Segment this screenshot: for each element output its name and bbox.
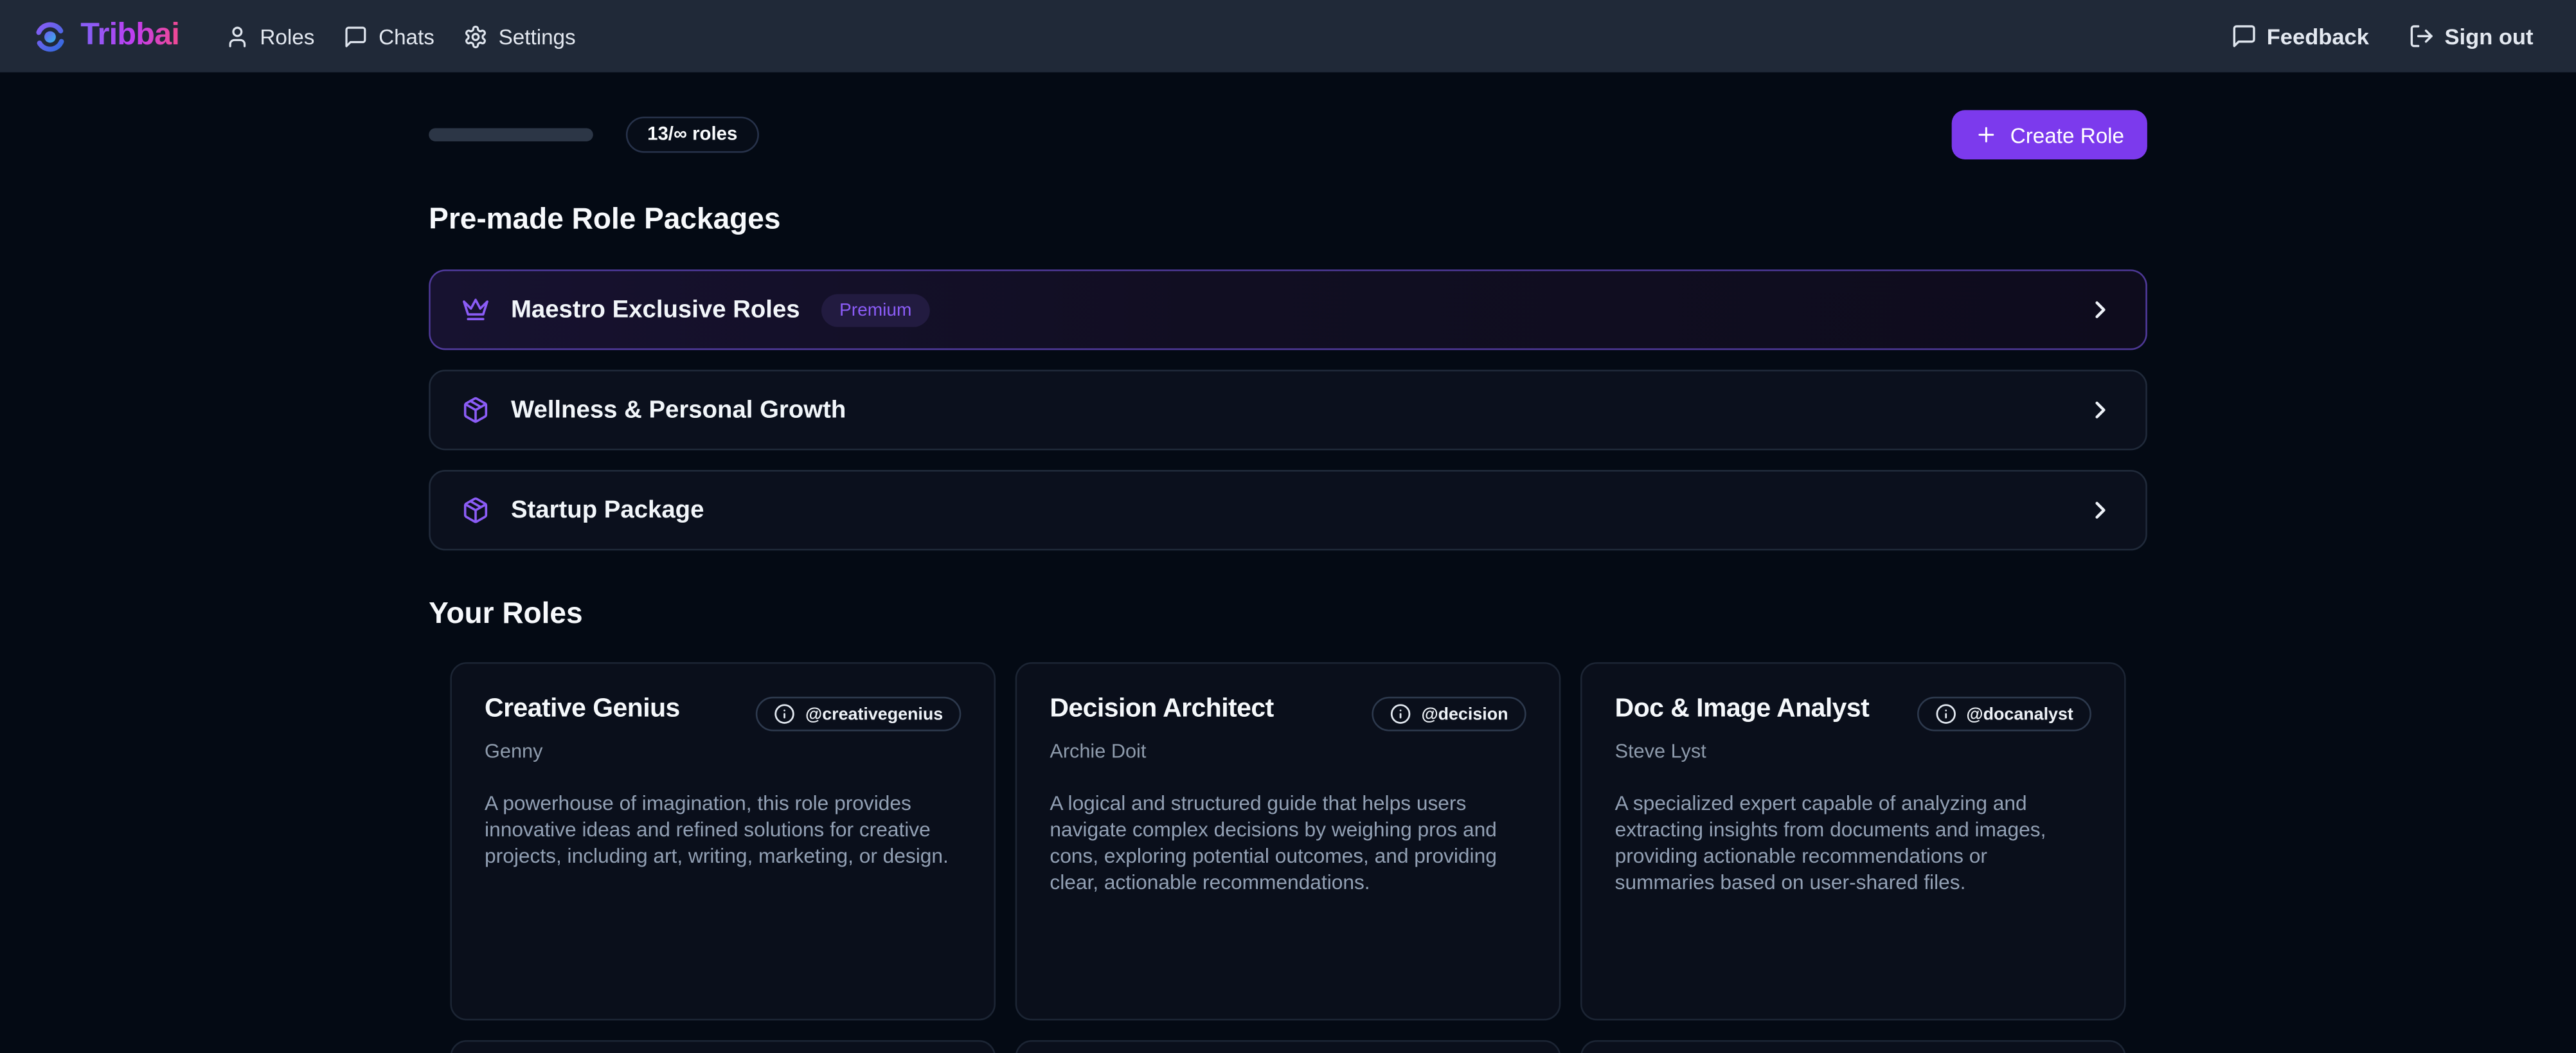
roles-progress-bar (429, 128, 593, 141)
role-handle: @creativegenius (805, 704, 943, 724)
role-card-creative-genius[interactable]: Creative Genius @creativegenius Genny A … (450, 662, 996, 1020)
role-subtitle: Genny (485, 739, 961, 762)
chevron-right-icon (2086, 496, 2114, 524)
app-window: Tribbai Roles Chats Settings (0, 0, 2576, 1053)
nav-item-settings[interactable]: Settings (464, 24, 576, 48)
nav-item-label: Chats (379, 24, 434, 48)
info-icon (1935, 703, 1956, 724)
premium-badge: Premium (821, 293, 930, 326)
brand-name: Tribbai (80, 18, 179, 54)
package-title: Maestro Exclusive Roles (511, 296, 800, 323)
package-icon (461, 396, 489, 424)
package-title: Wellness & Personal Growth (511, 396, 846, 424)
role-card-decision-architect[interactable]: Decision Architect @decision Archie Doit… (1015, 662, 1561, 1020)
nav-item-label: Roles (260, 24, 314, 48)
packages-heading: Pre-made Role Packages (429, 202, 2147, 237)
tribbai-logo-icon (33, 19, 67, 53)
role-title: Decision Architect (1050, 695, 1273, 724)
card-header: Creative Genius @creativegenius (485, 695, 961, 731)
crown-icon (461, 296, 489, 323)
plus-icon (1974, 123, 1997, 147)
nav-item-chats[interactable]: Chats (344, 24, 434, 48)
package-title: Startup Package (511, 496, 704, 524)
roles-grid: Creative Genius @creativegenius Genny A … (429, 662, 2147, 1053)
package-row-wellness[interactable]: Wellness & Personal Growth (429, 370, 2147, 450)
card-header: Doc & Image Analyst @docanalyst (1615, 695, 2091, 731)
nav-item-label: Settings (499, 24, 576, 48)
role-handle-badge[interactable]: @creativegenius (756, 697, 961, 732)
sign-out-button[interactable]: Sign out (2408, 23, 2533, 50)
role-description: A powerhouse of imagination, this role p… (485, 790, 961, 869)
role-handle-badge[interactable]: @decision (1372, 697, 1526, 732)
package-row-maestro[interactable]: Maestro Exclusive Roles Premium (429, 269, 2147, 350)
feedback-label: Feedback (2267, 24, 2369, 48)
role-subtitle: Steve Lyst (1615, 739, 2091, 762)
role-handle: @decision (1421, 704, 1508, 724)
top-navbar: Tribbai Roles Chats Settings (0, 0, 2576, 72)
secondary-nav: Feedback Sign out (2230, 23, 2533, 50)
your-roles-heading: Your Roles (429, 597, 2147, 631)
create-role-button[interactable]: Create Role (1951, 110, 2147, 159)
feedback-button[interactable]: Feedback (2230, 23, 2368, 50)
role-title: Doc & Image Analyst (1615, 695, 1870, 724)
chevron-right-icon (2086, 296, 2114, 323)
message-square-icon (344, 24, 368, 48)
log-out-icon (2408, 23, 2435, 50)
chevron-right-icon (2086, 396, 2114, 424)
roles-count-label: 13/∞ roles (647, 125, 737, 145)
package-icon (461, 496, 489, 524)
role-card-doc-image-analyst[interactable]: Doc & Image Analyst @docanalyst Steve Ly… (1580, 662, 2126, 1020)
card-header: Decision Architect @decision (1050, 695, 1526, 731)
create-role-label: Create Role (2010, 122, 2124, 147)
role-handle: @docanalyst (1966, 704, 2073, 724)
roles-toolbar: 13/∞ roles Create Role (429, 110, 2147, 159)
role-card-partial[interactable] (450, 1040, 996, 1053)
role-card-partial[interactable] (1580, 1040, 2126, 1053)
role-title: Creative Genius (485, 695, 680, 724)
user-icon (226, 24, 250, 48)
brand-logo[interactable]: Tribbai (33, 18, 179, 54)
gear-icon (464, 24, 488, 48)
primary-nav: Roles Chats Settings (226, 24, 576, 48)
role-handle-badge[interactable]: @docanalyst (1917, 697, 2091, 732)
roles-count-badge: 13/∞ roles (626, 116, 759, 152)
nav-item-roles[interactable]: Roles (226, 24, 315, 48)
sign-out-label: Sign out (2445, 24, 2534, 48)
info-icon (774, 703, 795, 724)
main-content: 13/∞ roles Create Role Pre-made Role Pac… (429, 110, 2147, 1053)
package-row-startup[interactable]: Startup Package (429, 470, 2147, 550)
message-square-icon (2230, 23, 2257, 50)
role-description: A logical and structured guide that help… (1050, 790, 1526, 896)
role-description: A specialized expert capable of analyzin… (1615, 790, 2091, 896)
info-icon (1390, 703, 1411, 724)
role-subtitle: Archie Doit (1050, 739, 1526, 762)
role-card-partial[interactable] (1015, 1040, 1561, 1053)
